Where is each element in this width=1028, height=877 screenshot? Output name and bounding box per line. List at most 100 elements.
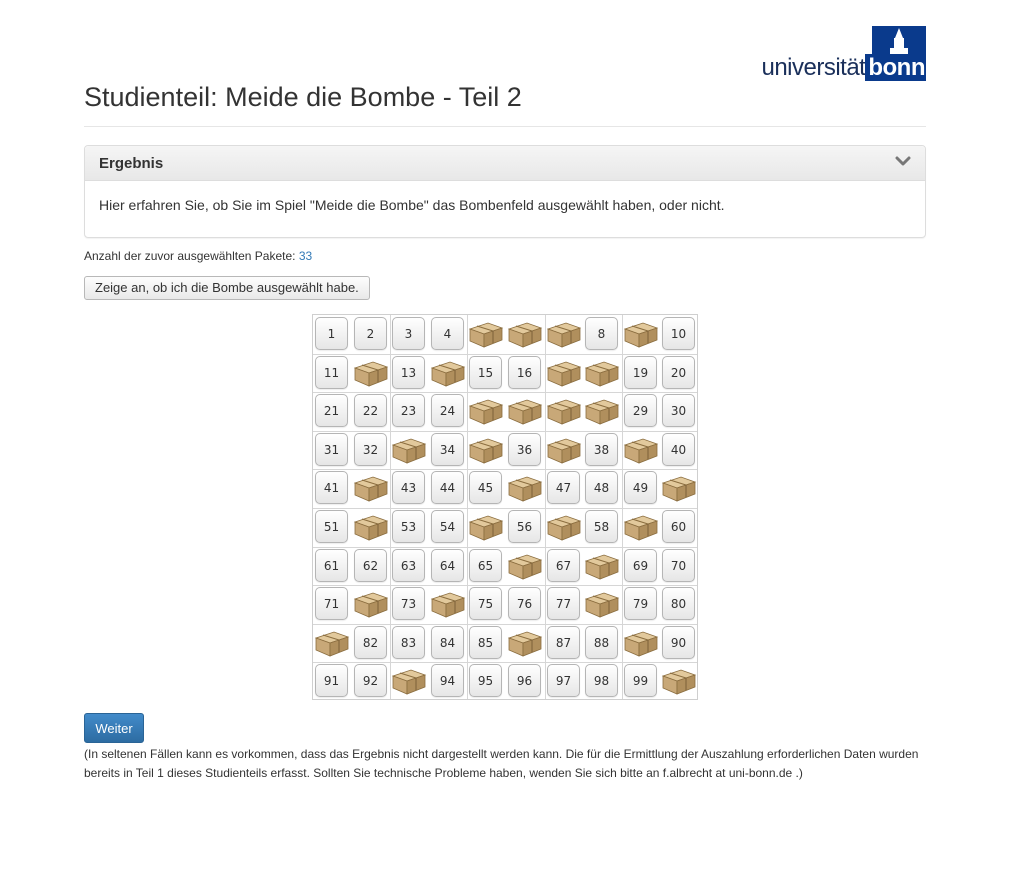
package-cell[interactable]: 90 [662,626,695,659]
package-cell[interactable]: 96 [508,664,541,697]
package-box-icon[interactable] [507,319,543,349]
package-cell[interactable]: 75 [469,587,502,620]
package-box-icon[interactable] [623,435,659,465]
package-cell[interactable]: 43 [392,471,425,504]
package-cell[interactable]: 85 [469,626,502,659]
package-cell[interactable]: 53 [392,510,425,543]
package-box-icon[interactable] [546,435,582,465]
package-cell[interactable]: 94 [431,664,464,697]
package-cell[interactable]: 77 [547,587,580,620]
package-box-icon[interactable] [507,473,543,503]
package-cell[interactable]: 1 [315,317,348,350]
package-cell[interactable]: 48 [585,471,618,504]
package-cell[interactable]: 92 [354,664,387,697]
package-box-icon[interactable] [546,358,582,388]
package-box-icon[interactable] [468,319,504,349]
package-cell[interactable]: 83 [392,626,425,659]
package-cell[interactable]: 76 [508,587,541,620]
package-cell[interactable]: 65 [469,549,502,582]
package-box-icon[interactable] [353,512,389,542]
package-cell[interactable]: 91 [315,664,348,697]
package-box-icon[interactable] [584,396,620,426]
package-cell[interactable]: 8 [585,317,618,350]
package-cell[interactable]: 30 [662,394,695,427]
package-box-icon[interactable] [623,319,659,349]
package-cell[interactable]: 97 [547,664,580,697]
package-cell[interactable]: 47 [547,471,580,504]
package-cell[interactable]: 56 [508,510,541,543]
package-cell[interactable]: 80 [662,587,695,620]
show-bomb-button[interactable]: Zeige an, ob ich die Bombe ausgewählt ha… [84,276,370,300]
package-cell[interactable]: 98 [585,664,618,697]
package-cell[interactable]: 2 [354,317,387,350]
package-cell[interactable]: 45 [469,471,502,504]
package-cell[interactable]: 19 [624,356,657,389]
package-cell[interactable]: 24 [431,394,464,427]
package-cell[interactable]: 64 [431,549,464,582]
package-cell[interactable]: 62 [354,549,387,582]
package-cell[interactable]: 41 [315,471,348,504]
package-cell[interactable]: 16 [508,356,541,389]
package-box-icon[interactable] [430,358,466,388]
chevron-down-icon[interactable] [895,155,911,169]
package-box-icon[interactable] [430,589,466,619]
package-cell[interactable]: 38 [585,433,618,466]
continue-button[interactable]: Weiter [84,713,144,743]
package-box-icon[interactable] [507,396,543,426]
package-cell[interactable]: 95 [469,664,502,697]
package-cell[interactable]: 67 [547,549,580,582]
package-cell[interactable]: 49 [624,471,657,504]
package-cell[interactable]: 4 [431,317,464,350]
package-cell[interactable]: 23 [392,394,425,427]
package-cell[interactable]: 54 [431,510,464,543]
package-cell[interactable]: 10 [662,317,695,350]
package-box-icon[interactable] [507,628,543,658]
package-cell[interactable]: 61 [315,549,348,582]
package-cell[interactable]: 44 [431,471,464,504]
package-cell[interactable]: 73 [392,587,425,620]
package-cell[interactable]: 40 [662,433,695,466]
package-box-icon[interactable] [584,551,620,581]
package-cell[interactable]: 60 [662,510,695,543]
package-cell[interactable]: 99 [624,664,657,697]
package-cell[interactable]: 34 [431,433,464,466]
package-cell[interactable]: 22 [354,394,387,427]
package-cell[interactable]: 11 [315,356,348,389]
package-box-icon[interactable] [468,396,504,426]
package-cell[interactable]: 3 [392,317,425,350]
package-box-icon[interactable] [468,435,504,465]
package-cell[interactable]: 88 [585,626,618,659]
package-box-icon[interactable] [391,666,427,696]
package-cell[interactable]: 58 [585,510,618,543]
package-cell[interactable]: 71 [315,587,348,620]
package-box-icon[interactable] [661,473,697,503]
result-panel-header[interactable]: Ergebnis [85,146,925,181]
package-cell[interactable]: 20 [662,356,695,389]
package-box-icon[interactable] [353,473,389,503]
package-box-icon[interactable] [546,396,582,426]
package-cell[interactable]: 15 [469,356,502,389]
package-cell[interactable]: 51 [315,510,348,543]
package-cell[interactable]: 70 [662,549,695,582]
package-cell[interactable]: 29 [624,394,657,427]
package-cell[interactable]: 84 [431,626,464,659]
package-cell[interactable]: 13 [392,356,425,389]
package-box-icon[interactable] [546,512,582,542]
package-box-icon[interactable] [584,358,620,388]
package-box-icon[interactable] [546,319,582,349]
package-cell[interactable]: 79 [624,587,657,620]
package-box-icon[interactable] [391,435,427,465]
package-box-icon[interactable] [468,512,504,542]
package-cell[interactable]: 87 [547,626,580,659]
package-cell[interactable]: 69 [624,549,657,582]
package-box-icon[interactable] [623,628,659,658]
package-box-icon[interactable] [314,628,350,658]
package-cell[interactable]: 21 [315,394,348,427]
package-box-icon[interactable] [661,666,697,696]
package-cell[interactable]: 63 [392,549,425,582]
package-box-icon[interactable] [353,589,389,619]
package-cell[interactable]: 32 [354,433,387,466]
package-cell[interactable]: 36 [508,433,541,466]
package-box-icon[interactable] [507,551,543,581]
package-cell[interactable]: 82 [354,626,387,659]
